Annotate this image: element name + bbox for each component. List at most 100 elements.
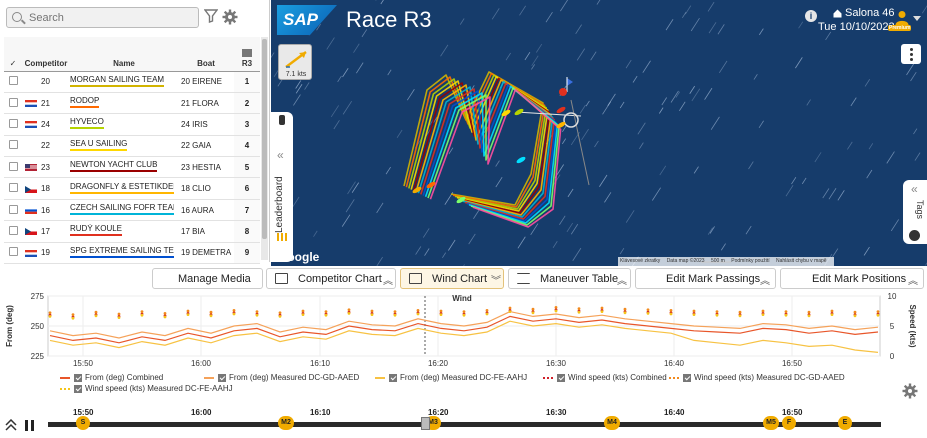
row-checkbox[interactable]: [8, 247, 18, 257]
expand-up-icon[interactable]: ︽: [617, 272, 627, 287]
row-checkbox[interactable]: [8, 225, 18, 235]
timeline-track[interactable]: [48, 422, 881, 427]
team-name[interactable]: HYVECO: [70, 117, 104, 130]
report-error-link[interactable]: Nahlásit chybu v mapě: [776, 258, 827, 264]
terms-link[interactable]: Podmínky použití: [731, 258, 769, 264]
row-checkbox-cell[interactable]: [4, 220, 22, 243]
team-name-cell[interactable]: MORGAN SAILING TEAM: [70, 71, 178, 93]
row-checkbox[interactable]: [8, 76, 18, 86]
row-checkbox-cell[interactable]: [4, 156, 22, 179]
team-name[interactable]: SEA U SAILING: [70, 139, 128, 151]
team-name[interactable]: NEWTON YACHT CLUB: [70, 160, 158, 173]
collapse-down-icon[interactable]: ︾: [491, 272, 501, 287]
chart-settings-gear-icon[interactable]: [902, 383, 918, 399]
table-row[interactable]: 20 MORGAN SAILING TEAM 20 EIRENE 1: [4, 71, 260, 93]
timeline-mark[interactable]: E: [838, 416, 852, 430]
manage-media-button[interactable]: Manage Media: [152, 268, 263, 289]
column-header-boat[interactable]: Boat: [178, 37, 234, 72]
team-name-cell[interactable]: SPG EXTREME SAILING TEAM: [70, 242, 178, 265]
table-row[interactable]: 24 HYVECO 24 IRIS 3: [4, 113, 260, 136]
column-header-check[interactable]: ✓: [4, 37, 22, 72]
map-menu-button[interactable]: [901, 44, 921, 64]
team-name[interactable]: SPG EXTREME SAILING TEAM: [70, 246, 174, 258]
timeline-mark[interactable]: M5: [763, 416, 779, 430]
venue-name[interactable]: Salona 46: [845, 7, 895, 19]
team-name[interactable]: CZECH SAILING FOFR TEAM: [70, 203, 174, 216]
column-header-race[interactable]: R3: [234, 37, 260, 72]
expand-up-icon[interactable]: ︽: [760, 272, 770, 287]
legend-checkbox[interactable]: [683, 373, 691, 382]
timeline-playhead[interactable]: [421, 417, 430, 430]
table-row[interactable]: 18 DRAGONFLY & ESTETIKDENT 18 CLIO 6: [4, 177, 260, 200]
user-menu-chevron-icon[interactable]: [913, 16, 921, 21]
table-row[interactable]: 21 RODOP 21 FLORA 2: [4, 92, 260, 115]
team-name[interactable]: RUDÝ KOULE: [70, 224, 123, 237]
expand-timeline-icon[interactable]: [5, 419, 17, 431]
row-checkbox[interactable]: [8, 97, 18, 107]
legend-item[interactable]: From (deg) Combined: [60, 373, 163, 382]
row-checkbox-cell[interactable]: [4, 242, 22, 265]
row-checkbox-cell[interactable]: [4, 199, 22, 222]
user-icon[interactable]: [895, 10, 909, 26]
legend-checkbox[interactable]: [74, 373, 82, 382]
team-name-cell[interactable]: RODOP: [70, 92, 178, 115]
row-checkbox[interactable]: [8, 161, 18, 171]
row-checkbox-cell[interactable]: [4, 135, 22, 158]
legend-item[interactable]: Wind speed (kts) Combined: [543, 373, 667, 382]
legend-checkbox[interactable]: [389, 373, 397, 382]
team-name-cell[interactable]: HYVECO: [70, 113, 178, 136]
row-checkbox[interactable]: [8, 204, 18, 214]
edit-mark-positions-button[interactable]: Edit Mark Positions ︽: [780, 268, 924, 289]
leaderboard-scrollbar[interactable]: [261, 37, 268, 260]
team-name-cell[interactable]: SEA U SAILING: [70, 135, 178, 158]
column-header-competitor[interactable]: Competitor: [22, 37, 70, 72]
timeline-mark[interactable]: S: [76, 416, 90, 430]
search-box[interactable]: [6, 7, 199, 28]
table-row[interactable]: 22 SEA U SAILING 22 GAIA 4: [4, 135, 260, 158]
table-row[interactable]: 17 RUDÝ KOULE 17 BIA 8: [4, 220, 260, 243]
row-checkbox-cell[interactable]: [4, 71, 22, 93]
keyboard-shortcuts-link[interactable]: Klávesové zkratky: [620, 258, 660, 264]
column-header-name[interactable]: Name: [70, 37, 178, 72]
legend-item[interactable]: From (deg) Measured DC-GD-AAED: [204, 373, 359, 382]
team-name[interactable]: MORGAN SAILING TEAM: [70, 75, 165, 87]
row-checkbox[interactable]: [8, 140, 18, 150]
collapse-handle-icon[interactable]: [279, 115, 285, 125]
map-canvas[interactable]: [271, 0, 927, 266]
wind-indicator-button[interactable]: 7.1 kts: [278, 44, 312, 80]
legend-checkbox[interactable]: [218, 373, 226, 382]
team-name-cell[interactable]: NEWTON YACHT CLUB: [70, 156, 178, 179]
legend-checkbox[interactable]: [557, 373, 565, 382]
competitor-chart-button[interactable]: Competitor Chart ︽: [266, 268, 396, 289]
team-name-cell[interactable]: CZECH SAILING FOFR TEAM: [70, 199, 178, 222]
row-checkbox[interactable]: [8, 183, 18, 193]
legend-item[interactable]: Wind speed (kts) Measured DC-FE-AAHJ: [60, 384, 233, 393]
row-checkbox-cell[interactable]: [4, 177, 22, 200]
chevron-left-icon[interactable]: «: [277, 148, 284, 162]
timeline-mark[interactable]: M2: [278, 416, 294, 430]
wind-chart-button[interactable]: Wind Chart ︾: [400, 268, 504, 289]
timeline-mark[interactable]: F: [782, 416, 796, 430]
pause-button[interactable]: [24, 420, 35, 431]
row-checkbox-cell[interactable]: [4, 113, 22, 136]
scrollbar-thumb[interactable]: [262, 39, 267, 239]
team-name-cell[interactable]: DRAGONFLY & ESTETIKDENT: [70, 177, 178, 200]
gear-icon[interactable]: [222, 9, 238, 25]
info-icon[interactable]: i: [805, 10, 817, 22]
tags-side-tab[interactable]: « Tags: [903, 180, 927, 244]
table-row[interactable]: 16 CZECH SAILING FOFR TEAM 16 AURA 7: [4, 199, 260, 222]
legend-checkbox[interactable]: [74, 384, 82, 393]
team-name[interactable]: RODOP: [70, 96, 100, 109]
collapse-column-icon[interactable]: [242, 48, 252, 57]
leaderboard-side-tab[interactable]: « Leaderboard: [271, 112, 293, 262]
expand-up-icon[interactable]: ︽: [908, 272, 918, 287]
chevron-left-icon[interactable]: «: [911, 182, 918, 196]
filter-icon[interactable]: [204, 9, 218, 23]
team-name-cell[interactable]: RUDÝ KOULE: [70, 220, 178, 243]
expand-up-icon[interactable]: ︽: [383, 272, 393, 287]
row-checkbox-cell[interactable]: [4, 92, 22, 115]
search-input[interactable]: [29, 10, 194, 25]
edit-mark-passings-button[interactable]: Edit Mark Passings ︽: [635, 268, 776, 289]
team-name[interactable]: DRAGONFLY & ESTETIKDENT: [70, 182, 174, 194]
row-checkbox[interactable]: [8, 118, 18, 128]
